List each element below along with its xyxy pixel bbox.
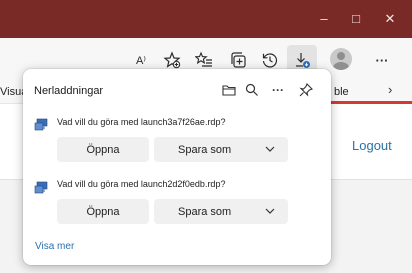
chevron-right-icon[interactable]: › bbox=[388, 82, 392, 97]
download-prompt: Vad vill du göra med launch2d2f0edb.rdp? bbox=[57, 179, 226, 189]
close-window-button[interactable]: ✕ bbox=[368, 0, 412, 38]
chevron-down-icon[interactable] bbox=[264, 143, 276, 158]
open-folder-icon[interactable] bbox=[220, 81, 238, 99]
rdp-file-icon bbox=[34, 180, 50, 196]
open-button[interactable]: Öppna bbox=[57, 137, 149, 162]
save-as-button[interactable]: Spara som bbox=[154, 199, 288, 224]
save-as-label: Spara som bbox=[178, 205, 232, 218]
downloads-panel-title: Nerladdningar bbox=[34, 85, 104, 97]
downloads-panel: Nerladdningar ··· Vad vill du göra med l… bbox=[23, 69, 331, 265]
open-button[interactable]: Öppna bbox=[57, 199, 149, 224]
rdp-file-icon bbox=[34, 117, 50, 133]
profile-avatar[interactable] bbox=[330, 48, 352, 70]
more-options-icon[interactable]: ··· bbox=[370, 48, 394, 72]
favorite-item-partial[interactable]: ble bbox=[334, 86, 349, 98]
title-bar: – □ ✕ bbox=[0, 0, 412, 38]
show-more-link[interactable]: Visa mer bbox=[35, 241, 74, 252]
search-icon[interactable] bbox=[243, 81, 261, 99]
chevron-down-icon[interactable] bbox=[264, 205, 276, 220]
logout-link[interactable]: Logout bbox=[352, 138, 392, 153]
save-as-button[interactable]: Spara som bbox=[154, 137, 288, 162]
save-as-label: Spara som bbox=[178, 143, 232, 156]
download-prompt: Vad vill du göra med launch3a7f26ae.rdp? bbox=[57, 117, 226, 127]
pin-icon[interactable] bbox=[297, 81, 315, 99]
more-options-icon[interactable]: ··· bbox=[269, 81, 287, 99]
